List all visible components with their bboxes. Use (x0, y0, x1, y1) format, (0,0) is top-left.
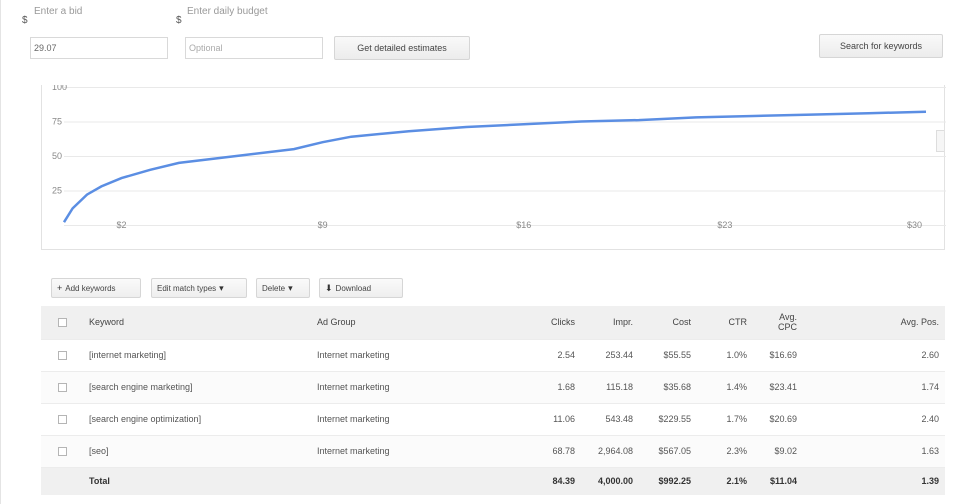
plus-icon: + (57, 283, 63, 293)
x-tick-label: $2 (116, 220, 126, 230)
impr-cell: 253.44 (581, 338, 639, 371)
avg-cpc-cell: $16.69 (753, 338, 803, 371)
search-for-keywords-button[interactable]: Search for keywords (819, 34, 943, 58)
row-checkbox[interactable] (57, 383, 67, 393)
edit-match-types-button[interactable]: Edit match types ▾ (151, 278, 247, 298)
keyword-planner-page: Enter a bid $ 29.07 Enter daily budget $… (0, 0, 956, 504)
select-all-checkbox[interactable] (57, 318, 67, 328)
clicks-cell: 1.68 (511, 370, 581, 403)
keyword-cell: [internet marketing] (83, 338, 311, 371)
cost-cell: $55.55 (639, 338, 697, 371)
total-impr-cell: 4,000.00 (581, 466, 639, 495)
budget-currency: $ (176, 15, 182, 26)
total-cpc-cell: $11.04 (753, 466, 803, 495)
keyword-cell: [search engine optimization] (83, 402, 311, 435)
header-avg-pos[interactable]: Avg. Pos. (803, 306, 945, 339)
row-checkbox[interactable] (57, 351, 67, 361)
row-checkbox[interactable] (57, 447, 67, 457)
y-tick-label: 75 (52, 117, 62, 127)
impr-cell: 2,964.08 (581, 434, 639, 467)
avg-pos-cell: 2.40 (803, 402, 945, 435)
header-ctr[interactable]: CTR (697, 306, 753, 339)
ctr-cell: 2.3% (697, 434, 753, 467)
download-button[interactable]: ⬇ Download (319, 278, 403, 298)
clicks-cell: 2.54 (511, 338, 581, 371)
download-label: Download (335, 283, 372, 293)
total-label: Total (83, 466, 311, 495)
chart-plot: 100 75 50 25 $2 $9 $16 $23 $30 (52, 85, 946, 230)
get-detailed-estimates-button[interactable]: Get detailed estimates (334, 36, 470, 60)
header-ad-group[interactable]: Ad Group (311, 306, 511, 339)
clicks-cell: 68.78 (511, 434, 581, 467)
total-row: Total 84.39 4,000.00 $992.25 2.1% $11.04 1.39 (41, 466, 945, 495)
keyword-table: Keyword Ad Group Clicks Impr. Cost CTR A… (41, 306, 945, 495)
table-row: [search engine optimization] Internet mar… (41, 402, 945, 435)
cost-cell: $567.05 (639, 434, 697, 467)
total-pos-cell: 1.39 (803, 466, 945, 495)
avg-pos-cell: 1.74 (803, 370, 945, 403)
total-ctr-cell: 2.1% (697, 466, 753, 495)
table-row: [internet marketing] Internet marketing 2.… (41, 338, 945, 371)
ad-group-cell: Internet marketing (311, 402, 511, 435)
x-tick-label: $23 (717, 220, 732, 230)
header-keyword[interactable]: Keyword (83, 306, 311, 339)
delete-label: Delete (262, 283, 286, 293)
bid-input[interactable]: 29.07 (30, 37, 168, 59)
bid-estimate-chart: 100 75 50 25 $2 $9 $16 $23 $30 (41, 85, 946, 250)
total-clicks-cell: 84.39 (511, 466, 581, 495)
add-keywords-button[interactable]: + Add keywords (51, 278, 141, 298)
total-cost-cell: $992.25 (639, 466, 697, 495)
header-impr[interactable]: Impr. (581, 306, 639, 339)
table-row: [search engine marketing] Internet market… (41, 370, 945, 403)
download-icon: ⬇ (325, 282, 333, 293)
ad-group-cell: Internet marketing (311, 434, 511, 467)
bid-currency: $ (22, 15, 28, 26)
y-tick-label: 25 (52, 186, 62, 196)
avg-cpc-cell: $23.41 (753, 370, 803, 403)
avg-cpc-cell: $20.69 (753, 402, 803, 435)
chart-scroll-handle[interactable] (936, 130, 944, 152)
avg-pos-cell: 2.60 (803, 338, 945, 371)
budget-label: Enter daily budget (187, 6, 268, 17)
ad-group-cell: Internet marketing (311, 370, 511, 403)
bid-label: Enter a bid (34, 6, 83, 17)
header-clicks[interactable]: Clicks (511, 306, 581, 339)
table-header-row: Keyword Ad Group Clicks Impr. Cost CTR A… (41, 306, 945, 339)
impr-cell: 543.48 (581, 402, 639, 435)
table-row: [seo] Internet marketing 68.78 2,964.08 $567… (41, 434, 945, 467)
keyword-cell: [seo] (83, 434, 311, 467)
series-line (62, 110, 927, 223)
header-avg-cpc[interactable]: Avg. CPC (753, 306, 803, 339)
row-checkbox[interactable] (57, 415, 67, 425)
ctr-cell: 1.0% (697, 338, 753, 371)
avg-pos-cell: 1.63 (803, 434, 945, 467)
x-tick-label: $16 (516, 220, 531, 230)
add-keywords-label: Add keywords (65, 283, 116, 293)
y-tick-label: 100 (52, 85, 67, 92)
cost-cell: $229.55 (639, 402, 697, 435)
clicks-cell: 11.06 (511, 402, 581, 435)
keyword-cell: [search engine marketing] (83, 370, 311, 403)
avg-cpc-cell: $9.02 (753, 434, 803, 467)
chevron-down-icon: ▾ (288, 282, 293, 293)
cost-cell: $35.68 (639, 370, 697, 403)
ctr-cell: 1.7% (697, 402, 753, 435)
impr-cell: 115.18 (581, 370, 639, 403)
y-tick-label: 50 (52, 151, 62, 161)
header-cost[interactable]: Cost (639, 306, 697, 339)
ctr-cell: 1.4% (697, 370, 753, 403)
x-tick-label: $30 (907, 220, 922, 230)
x-tick-label: $9 (318, 220, 328, 230)
budget-input[interactable]: Optional (185, 37, 323, 59)
ad-group-cell: Internet marketing (311, 338, 511, 371)
delete-button[interactable]: Delete ▾ (256, 278, 310, 298)
edit-match-types-label: Edit match types (157, 283, 217, 293)
chevron-down-icon: ▾ (219, 282, 224, 293)
